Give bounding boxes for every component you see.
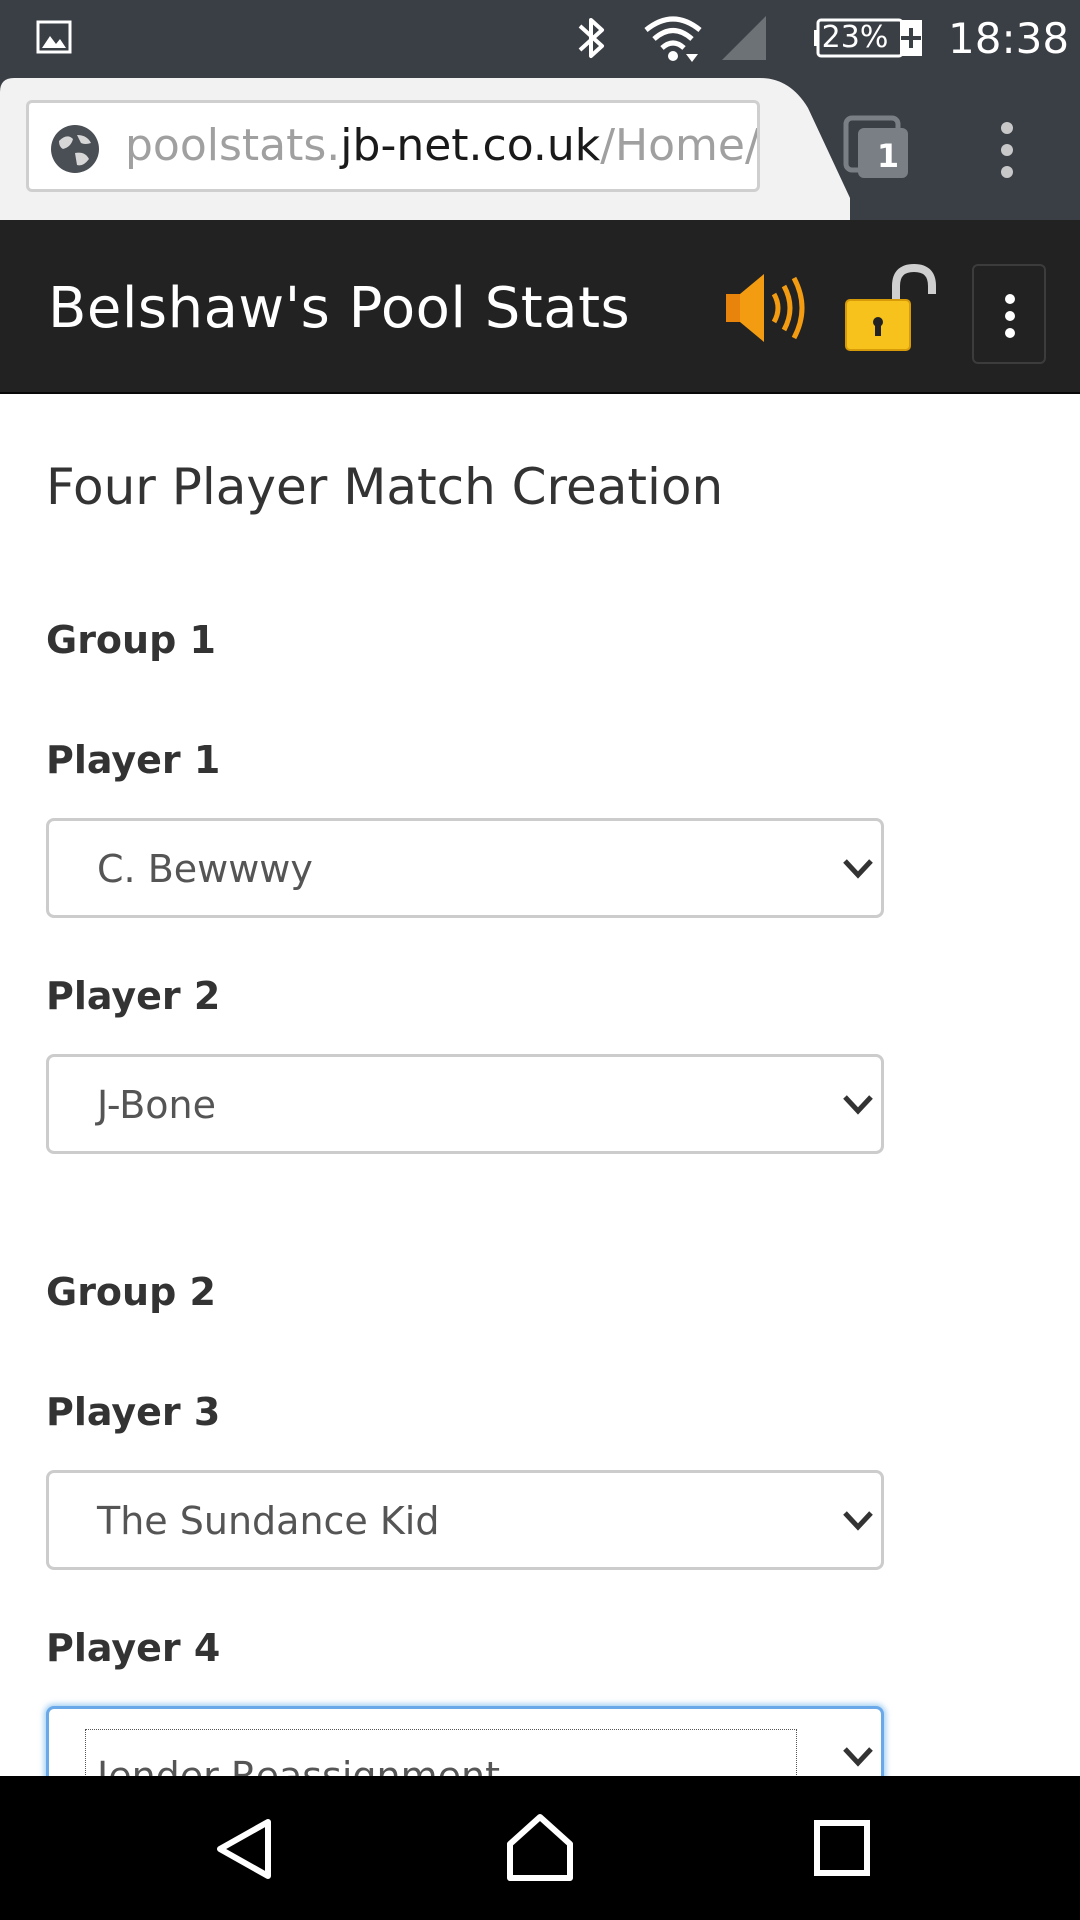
group-2-label: Group 2 — [46, 1270, 216, 1314]
player-1-select[interactable]: C. Bewwwy — [46, 818, 884, 918]
url-domain: jb-net.co.uk — [340, 120, 601, 171]
tab-count: 1 — [876, 137, 900, 175]
app-menu-button[interactable] — [972, 264, 1046, 364]
player-3-select[interactable]: The Sundance Kid — [46, 1470, 884, 1570]
url-text[interactable]: poolstats.jb-net.co.uk/Home/Cr — [125, 103, 760, 189]
chevron-down-icon — [843, 1747, 873, 1767]
player-4-value: Jender Reassignment — [97, 1754, 500, 1776]
player-1-label: Player 1 — [46, 738, 221, 782]
url-prefix: poolstats. — [125, 120, 341, 171]
main-content: Four Player Match Creation Group 1 Playe… — [0, 396, 1080, 1776]
chevron-down-icon — [843, 1095, 873, 1115]
player-1-value: C. Bewwwy — [97, 847, 313, 891]
player-4-select[interactable]: Jender Reassignment — [46, 1706, 884, 1776]
chevron-down-icon — [843, 859, 873, 879]
unlocked-padlock-icon[interactable] — [844, 262, 940, 354]
browser-toolbar: poolstats.jb-net.co.uk/Home/Cr 1 — [0, 78, 1080, 220]
clock: 18:38 — [948, 14, 1070, 63]
group-1-label: Group 1 — [46, 618, 216, 662]
system-nav-bar — [0, 1776, 1080, 1920]
status-bar: 23% 18:38 — [0, 0, 1080, 78]
gallery-icon — [36, 20, 72, 54]
player-4-label: Player 4 — [46, 1626, 221, 1670]
chevron-down-icon — [843, 1511, 873, 1531]
app-header: Belshaw's Pool Stats — [0, 220, 1080, 394]
player-2-label: Player 2 — [46, 974, 221, 1018]
wifi-icon — [644, 16, 702, 62]
home-icon[interactable] — [506, 1812, 574, 1882]
bluetooth-icon — [578, 18, 604, 58]
player-3-value: The Sundance Kid — [97, 1499, 440, 1543]
browser-overflow-menu-icon[interactable] — [990, 120, 1024, 180]
globe-icon — [51, 125, 99, 173]
back-icon[interactable] — [212, 1816, 276, 1882]
cell-signal-icon — [722, 16, 766, 60]
recents-icon[interactable] — [814, 1820, 870, 1876]
app-title[interactable]: Belshaw's Pool Stats — [48, 276, 630, 341]
page-title: Four Player Match Creation — [46, 458, 724, 516]
player-3-label: Player 3 — [46, 1390, 221, 1434]
player-2-select[interactable]: J-Bone — [46, 1054, 884, 1154]
battery-level: 23% — [821, 20, 889, 55]
url-suffix: /Home/Cr — [600, 120, 760, 171]
player-2-value: J-Bone — [97, 1083, 216, 1127]
url-bar[interactable]: poolstats.jb-net.co.uk/Home/Cr — [26, 100, 760, 192]
speaker-icon[interactable] — [724, 268, 810, 348]
